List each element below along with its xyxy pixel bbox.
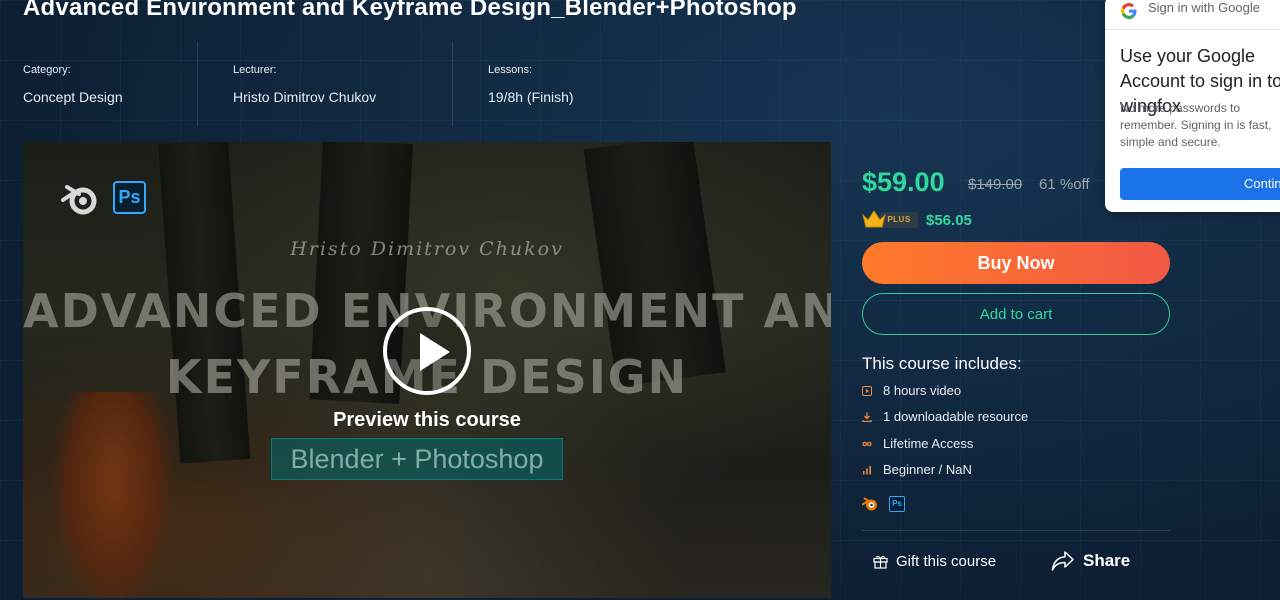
- crown-icon: [862, 210, 886, 228]
- photoshop-icon: Ps: [889, 496, 905, 512]
- popup-header: Sign in with Google: [1105, 0, 1280, 30]
- current-price: $59.00: [862, 167, 945, 197]
- google-signin-popup: Sign in with Google Use your Google Acco…: [1105, 0, 1280, 212]
- buy-now-button[interactable]: Buy Now: [862, 242, 1170, 284]
- course-title: Advanced Environment and Keyframe Design…: [23, 0, 797, 21]
- share-button[interactable]: Share: [1051, 549, 1130, 573]
- gift-label: Gift this course: [896, 552, 997, 570]
- popup-body: No more passwords to remember. Signing i…: [1120, 101, 1272, 149]
- preview-label[interactable]: Preview this course: [23, 409, 831, 432]
- includes-item: 1 downloadable resource: [862, 409, 1162, 427]
- video-icon: [862, 386, 872, 396]
- continue-button[interactable]: Continue: [1120, 168, 1280, 200]
- discount-label: 61 %off: [1039, 176, 1090, 193]
- lecturer-label: Lecturer:: [233, 64, 277, 76]
- course-meta: Category: Concept Design Lecturer: Hrist…: [0, 42, 830, 126]
- category-value[interactable]: Concept Design: [23, 89, 123, 105]
- includes-item-text: Lifetime Access: [883, 436, 974, 451]
- divider: [862, 530, 1170, 531]
- includes-item: Lifetime Access: [862, 436, 1162, 454]
- download-icon: [862, 412, 872, 422]
- lessons-value: 19/8h (Finish): [488, 89, 574, 105]
- includes-item-text: 8 hours video: [883, 383, 962, 398]
- gift-course-button[interactable]: Gift this course: [873, 551, 996, 571]
- includes-item-text: Beginner / NaN: [883, 462, 972, 477]
- plus-price: $56.05: [926, 212, 972, 229]
- add-to-cart-button[interactable]: Add to cart: [862, 293, 1170, 335]
- artwork-author-signature: Hristo Dimitrov Chukov: [290, 238, 564, 260]
- includes-item: 8 hours video: [862, 383, 1162, 401]
- infinity-icon: [862, 441, 872, 447]
- blender-icon: [862, 497, 877, 511]
- lecturer-value[interactable]: Hristo Dimitrov Chukov: [233, 89, 376, 105]
- course-preview-video[interactable]: Ps Hristo Dimitrov Chukov ADVANCED ENVIR…: [23, 142, 831, 598]
- software-badge: Blender + Photoshop: [271, 438, 563, 480]
- meta-divider: [197, 42, 198, 126]
- original-price: $149.00: [968, 176, 1023, 193]
- includes-item-text: 1 downloadable resource: [883, 409, 1029, 424]
- gift-icon: [873, 555, 888, 569]
- play-button[interactable]: [383, 307, 471, 395]
- photoshop-icon: Ps: [113, 181, 146, 214]
- share-icon: [1051, 551, 1074, 571]
- includes-title: This course includes:: [862, 354, 1022, 373]
- lessons-label: Lessons:: [488, 64, 533, 76]
- category-label: Category:: [23, 64, 71, 76]
- blender-icon: [61, 185, 97, 215]
- level-bars-icon: [863, 466, 871, 475]
- popup-header-text: Sign in with Google: [1148, 0, 1261, 15]
- share-label: Share: [1083, 551, 1131, 570]
- google-logo-icon: [1121, 3, 1137, 19]
- includes-item: Beginner / NaN: [862, 462, 1162, 480]
- meta-divider: [452, 42, 453, 126]
